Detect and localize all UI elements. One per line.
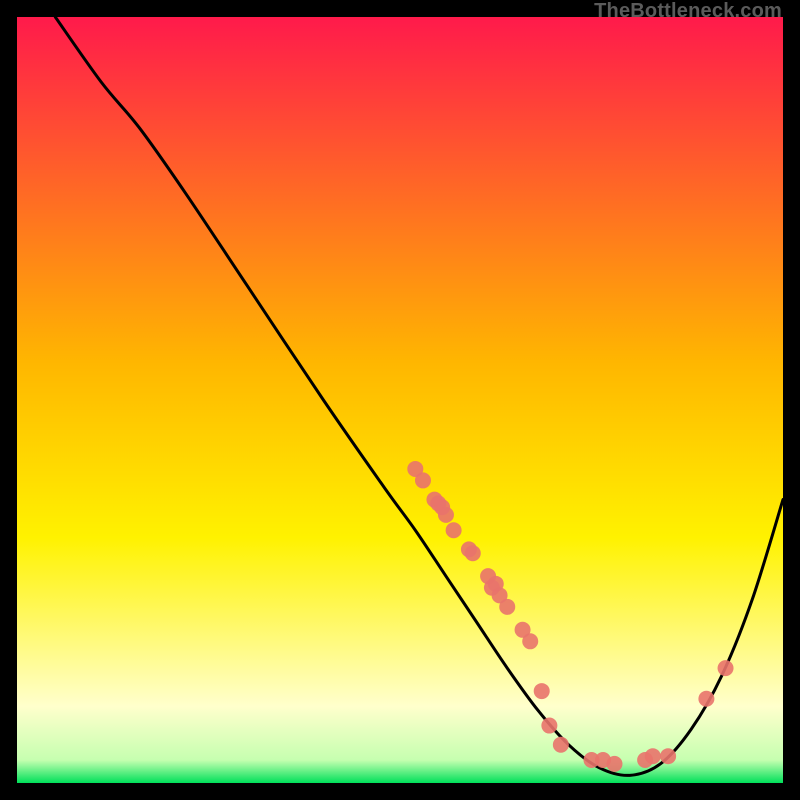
marker-point [553,737,569,753]
marker-point [438,507,454,523]
chart-stage: TheBottleneck.com [0,0,800,800]
marker-point [718,660,734,676]
marker-point [606,756,622,772]
marker-point [446,522,462,538]
marker-point [415,472,431,488]
chart-svg [17,17,783,783]
marker-point [534,683,550,699]
marker-point [522,633,538,649]
gradient-background [17,17,783,783]
marker-point [698,691,714,707]
marker-point [660,748,676,764]
marker-point [499,599,515,615]
plot-frame [17,17,783,783]
marker-point [465,545,481,561]
marker-point [645,748,661,764]
marker-point [541,718,557,734]
